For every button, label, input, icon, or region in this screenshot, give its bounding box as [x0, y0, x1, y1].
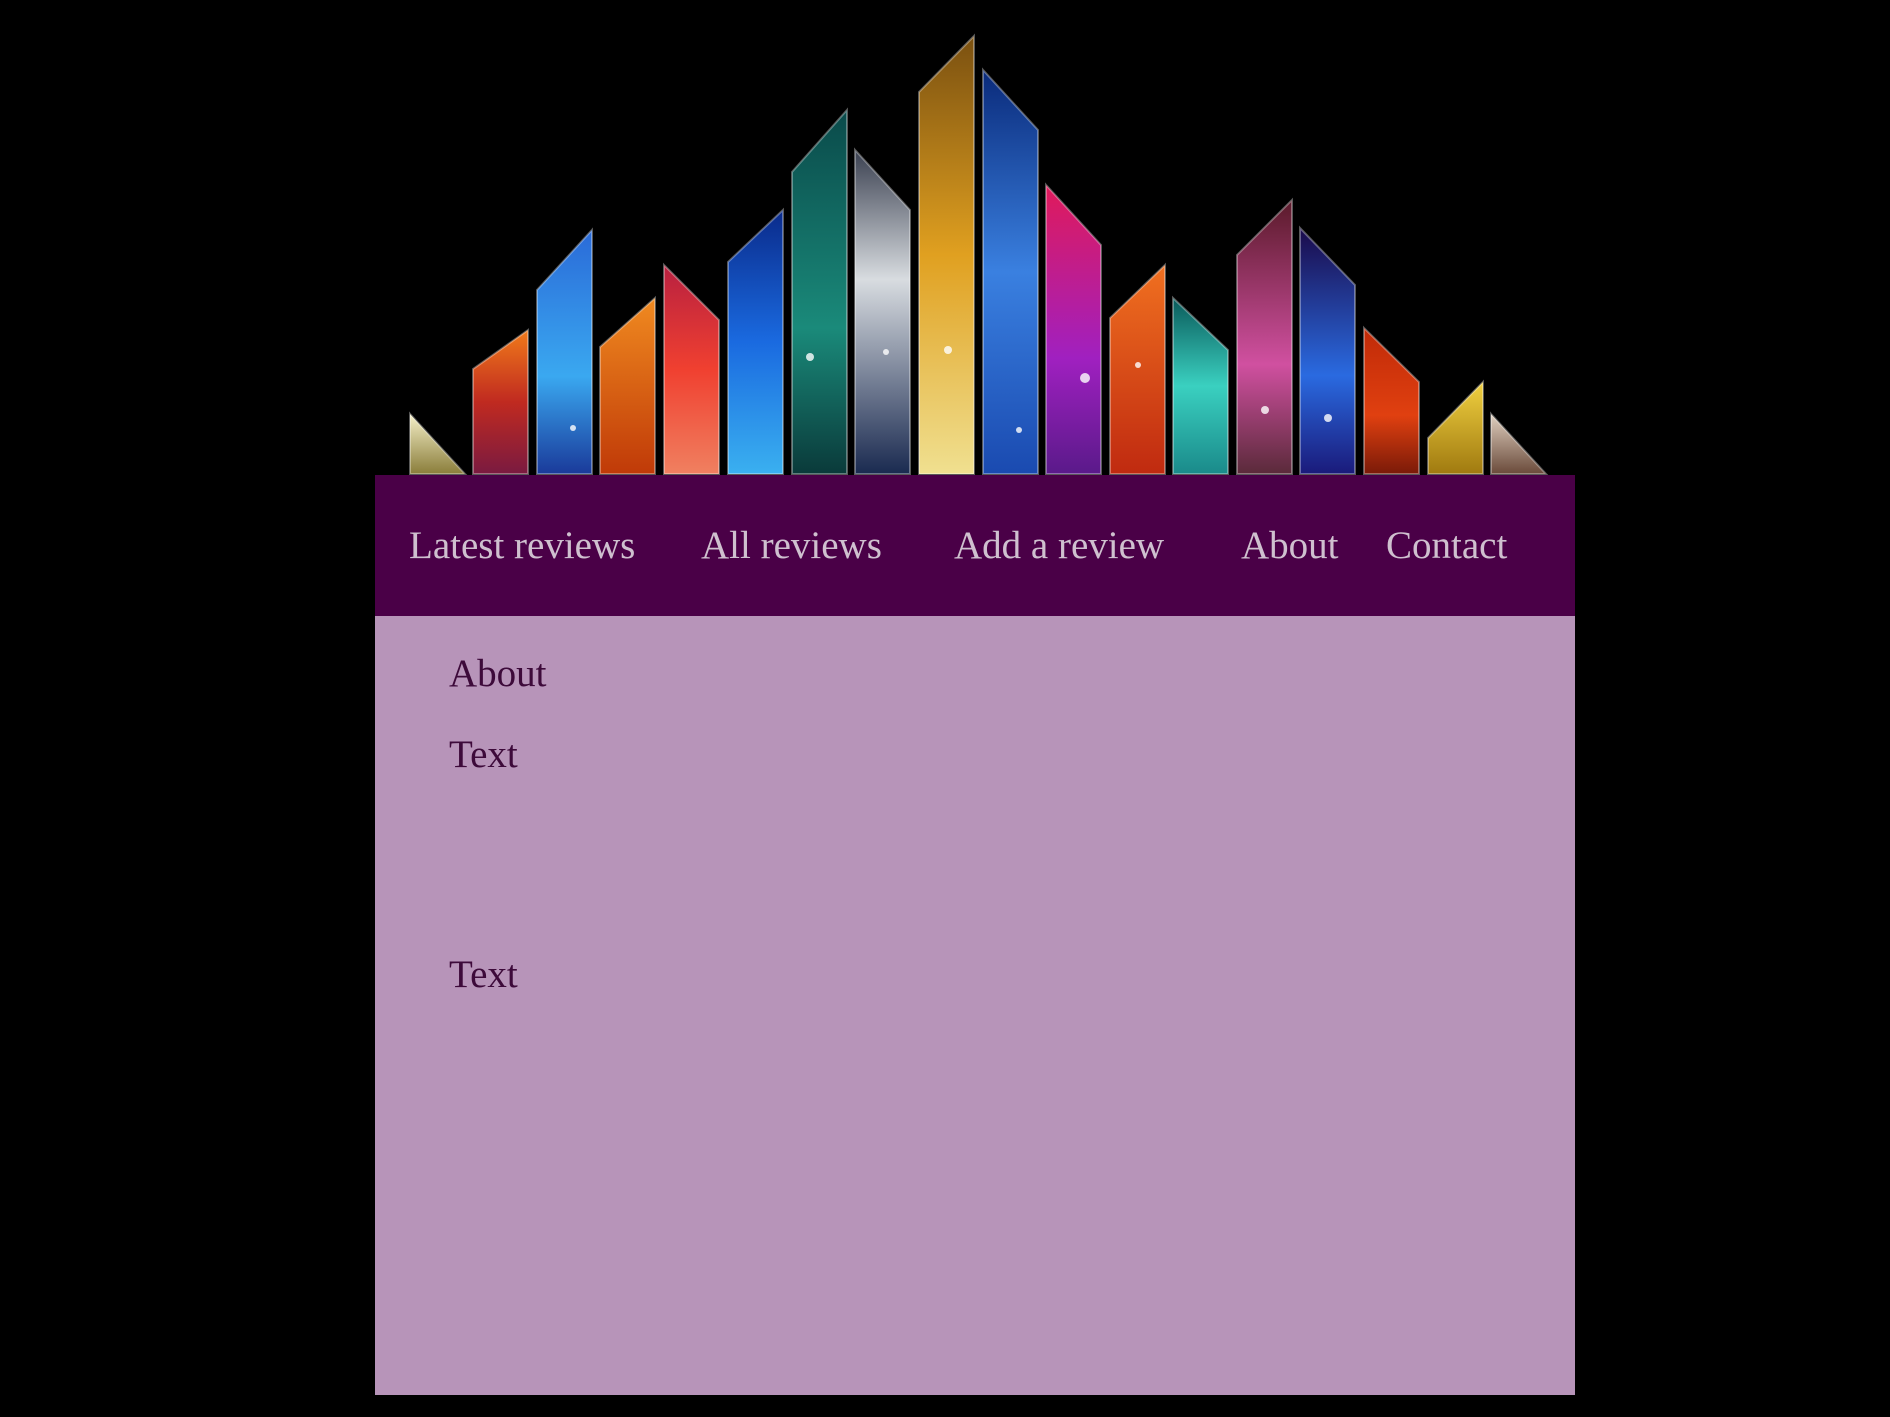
section-heading-first: Text	[449, 733, 518, 776]
nav-link-about[interactable]: About	[1241, 524, 1339, 568]
nav-link-contact[interactable]: Contact	[1386, 524, 1507, 568]
section-heading-second: Text	[449, 953, 518, 996]
crystal-banner-image	[0, 0, 1890, 475]
page-title: About	[449, 652, 547, 695]
nav-link-all-reviews[interactable]: All reviews	[701, 524, 882, 568]
main-nav: Latest reviews All reviews Add a review …	[375, 475, 1575, 616]
main-content: About Text Text	[375, 616, 1575, 1395]
header-banner	[0, 0, 1890, 475]
nav-link-latest-reviews[interactable]: Latest reviews	[409, 524, 635, 568]
nav-link-add-review[interactable]: Add a review	[954, 524, 1164, 568]
